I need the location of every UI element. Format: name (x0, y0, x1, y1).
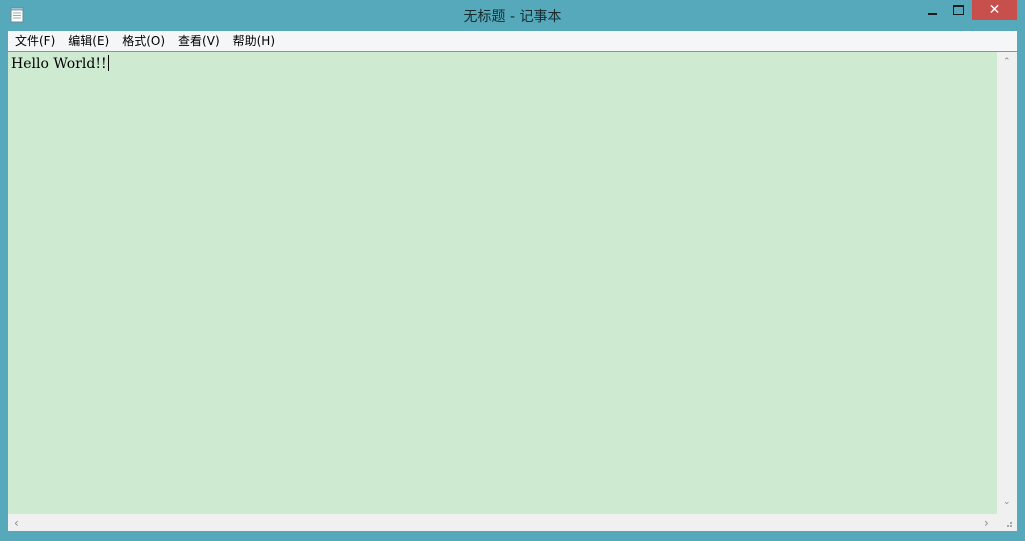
window-title: 无标题 - 记事本 (463, 9, 562, 25)
text-caret (107, 55, 109, 71)
size-grip-icon (1007, 522, 1012, 527)
menu-format[interactable]: 格式(O) (115, 31, 171, 51)
editor-text: Hello World!! (11, 56, 107, 72)
scroll-down-arrow-icon[interactable]: ⌄ (1003, 498, 1011, 507)
minimize-button[interactable] (919, 0, 945, 20)
maximize-icon (953, 5, 964, 15)
menu-help[interactable]: 帮助(H) (226, 31, 281, 51)
minimize-icon (927, 12, 937, 15)
close-icon: ✕ (988, 2, 1001, 18)
close-button[interactable]: ✕ (972, 0, 1017, 20)
menu-edit[interactable]: 编辑(E) (61, 31, 115, 51)
menu-file[interactable]: 文件(F) (8, 31, 61, 51)
scroll-left-arrow-icon[interactable]: ‹ (14, 517, 19, 529)
notepad-window: 无标题 - 记事本 ✕ 文件(F) 编辑(E) 格式(O) 查看(V) 帮助(H… (0, 0, 1025, 541)
scroll-right-arrow-icon[interactable]: › (984, 517, 989, 529)
editor-content[interactable]: Hello World!! (11, 55, 109, 72)
horizontal-scrollbar[interactable]: ‹ › (8, 514, 997, 531)
title-bar[interactable]: 无标题 - 记事本 ✕ (0, 0, 1025, 31)
vertical-scrollbar[interactable]: ⌃ ⌄ (997, 52, 1017, 514)
menu-view[interactable]: 查看(V) (171, 31, 226, 51)
text-editor[interactable]: Hello World!! (8, 52, 997, 514)
menu-bar: 文件(F) 编辑(E) 格式(O) 查看(V) 帮助(H) (8, 31, 1017, 51)
maximize-button[interactable] (945, 0, 972, 20)
size-grip[interactable] (997, 514, 1017, 531)
scroll-up-arrow-icon[interactable]: ⌃ (1003, 58, 1011, 67)
